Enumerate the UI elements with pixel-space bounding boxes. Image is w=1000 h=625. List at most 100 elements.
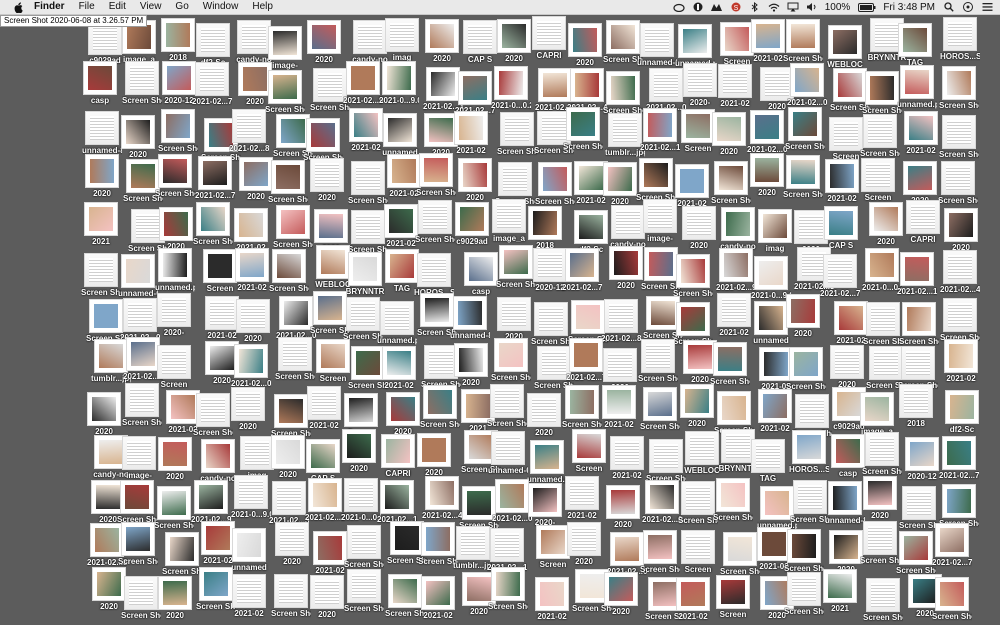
desktop-file-image[interactable]: df2-Sc [942, 390, 982, 434]
desktop-file-document[interactable]: Screen Shot [122, 383, 162, 427]
desktop-file-document[interactable]: 2020 [564, 522, 604, 566]
desktop-file-image[interactable]: unnamed-8 [450, 296, 490, 340]
desktop-file-image[interactable]: Screen Shot [939, 66, 979, 110]
desktop-file-image[interactable]: Screen Shot [783, 19, 823, 63]
desktop-file-image[interactable]: 2020 [603, 485, 643, 529]
desktop-file-document[interactable]: 2020 [827, 345, 867, 389]
desktop-file-document[interactable]: 2021-02 [304, 386, 344, 430]
desktop-file-image[interactable]: 2020-12 [902, 437, 942, 481]
desktop-file-image[interactable]: 2020 [677, 384, 717, 428]
desktop-file-document[interactable]: Screen [858, 158, 898, 202]
desktop-file-image[interactable]: CAP S [821, 206, 861, 250]
desktop-file-document[interactable]: Screen Shot [784, 572, 824, 616]
desktop-file-image[interactable]: 2021-02...07.52 PM [231, 344, 271, 388]
desktop-file-image[interactable]: 2020 [600, 162, 640, 206]
desktop-file-image[interactable]: Screen Shot [603, 71, 643, 115]
desktop-file-image[interactable]: 2021-02...7.30 PM [305, 478, 345, 522]
desktop-file-image[interactable]: unnamed.png [675, 24, 715, 68]
desktop-file-document[interactable]: Screen Shot [531, 302, 571, 346]
desktop-file-image[interactable]: unnamed [380, 113, 420, 157]
desktop-file-document[interactable]: unnamed-8 [82, 111, 122, 155]
desktop-file-image[interactable]: Screen Shot [117, 480, 157, 524]
desktop-file-image[interactable]: Screen Shot [273, 205, 313, 249]
desktop-file-document[interactable]: HOROS...STORIES [940, 17, 980, 61]
desktop-file-image[interactable]: 2020 [941, 208, 981, 252]
desktop-file-image[interactable]: 2020 [866, 202, 906, 246]
menu-go[interactable]: Go [175, 0, 188, 14]
desktop-file-image[interactable]: Screen Shot [710, 342, 750, 386]
desktop-file-document[interactable]: image- [640, 199, 680, 243]
desktop-file-image[interactable]: Screen Shot [899, 302, 939, 346]
desktop-file-image[interactable]: 2021-0...0.28 P [491, 66, 531, 110]
music-icon[interactable]: S [730, 2, 742, 12]
desktop-file-document[interactable]: CAPRI [903, 200, 943, 244]
desktop-file-document[interactable]: df2-Sc [193, 23, 233, 67]
desktop-file-image[interactable]: 2021-02 [599, 385, 639, 429]
desktop-file-document[interactable]: Screen Shot [348, 161, 388, 205]
menu-clock[interactable]: Fri 3:48 PM [883, 2, 935, 13]
desktop-file-image[interactable]: 2021-02...7.70 PM [195, 156, 235, 200]
desktop-file-document[interactable]: tumblr...jpg [605, 113, 645, 157]
desktop-file-document[interactable]: CAPRI [529, 16, 569, 60]
desktop-file-document[interactable]: Screen Shot [271, 574, 311, 618]
desktop-file-image[interactable]: Screen Shot [785, 107, 825, 151]
desktop-file-image[interactable]: 2020- [525, 483, 565, 527]
desktop-file-document[interactable]: TAG [748, 439, 788, 483]
siri-icon[interactable] [981, 2, 993, 12]
desktop-file-document[interactable]: 2021-02 [714, 293, 754, 337]
desktop-file-image[interactable]: 2020 [383, 392, 423, 436]
desktop-file-document[interactable]: Screen Shot [678, 481, 718, 525]
desktop-file-document[interactable]: Screen [678, 530, 718, 574]
desktop-file-image[interactable]: 2020 [339, 429, 379, 473]
desktop-file-image[interactable]: Screen Shot [563, 107, 603, 151]
desktop-file-document[interactable]: 2021-02...4.20 [940, 250, 980, 294]
menu-app-name[interactable]: Finder [34, 0, 65, 14]
desktop-file-document[interactable]: unnamed-6 [488, 431, 528, 475]
desktop-file-document[interactable]: 2018 [896, 384, 936, 428]
desktop-file-image[interactable]: Screen Shot [784, 529, 824, 573]
desktop-file-document[interactable]: Screen Shot [860, 521, 900, 565]
desktop-file-image[interactable]: 2020 [118, 115, 158, 159]
desktop-file-image[interactable]: 2021-02 [451, 111, 491, 155]
desktop-file-image[interactable]: Screen Shot [711, 161, 751, 205]
desktop-file-document[interactable]: 2021-02 [607, 436, 647, 480]
desktop-file-image[interactable]: Screen Shot [939, 484, 979, 528]
desktop-file-image[interactable]: 2021-02 [673, 577, 713, 621]
desktop-file-image[interactable]: 2021-02...9.57 PM [716, 248, 756, 292]
desktop-file-image[interactable]: 2021 [81, 202, 121, 246]
desktop-file-image[interactable]: Screen Shot [158, 109, 198, 153]
creative-cloud-icon[interactable] [673, 2, 685, 12]
desktop-file-image[interactable]: 2020 [601, 572, 641, 616]
desktop-file-document[interactable]: image- [119, 436, 159, 480]
desktop-file-image[interactable]: Screen Shot [786, 347, 826, 391]
desktop-file-image[interactable]: 2021-02 [822, 159, 862, 203]
desktop-file-document[interactable]: Screen Shot [940, 298, 980, 342]
desktop-file-image[interactable]: CAPRI [378, 434, 418, 478]
desktop-file-image[interactable]: 2020 [747, 153, 787, 197]
battery-icon[interactable] [858, 2, 876, 12]
desktop-file-document[interactable]: WEBLOC [682, 431, 722, 475]
desktop-file-image[interactable]: 2021-02...7.70 PM [932, 523, 972, 567]
desktop-file-document[interactable]: image_a [489, 199, 529, 243]
desktop-file-image[interactable]: 2021-02...7.53 [939, 436, 979, 480]
desktop-file-document[interactable]: Screen Shot [638, 339, 678, 383]
desktop-file-document[interactable]: Screen Shot [863, 302, 903, 346]
desktop-file-image[interactable]: 2020 [422, 19, 462, 63]
desktop-file-document[interactable]: Screen Shot [497, 112, 537, 156]
desktop-file-image[interactable]: Screen Shot [418, 522, 458, 566]
desktop-file-document[interactable]: 2020- [154, 293, 194, 337]
desktop-file-image[interactable]: Screen Shot [303, 118, 343, 162]
desktop-file-image[interactable]: candy-no [718, 207, 758, 251]
desktop-file-image[interactable]: 2021-02 [901, 111, 941, 155]
desktop-file-image[interactable]: unnamed [229, 528, 269, 572]
desktop-file-image[interactable]: 2020 [155, 576, 195, 620]
desktop-file-image[interactable]: Screen Shot [896, 531, 936, 575]
desktop-file-image[interactable]: Screen Shot [265, 70, 305, 114]
desktop-file-image[interactable]: casp [80, 61, 120, 105]
desktop-file-image[interactable]: 2021-02...0.87 [787, 63, 827, 107]
desktop-file-image[interactable]: 2020 [156, 207, 196, 251]
desktop-file-document[interactable]: Screen Shot [122, 61, 162, 105]
desktop-file-image[interactable]: 2020 [304, 20, 344, 64]
desktop-file-document[interactable]: unnamed-6 [637, 23, 677, 67]
desktop-file-image[interactable]: 2020 [455, 158, 495, 202]
